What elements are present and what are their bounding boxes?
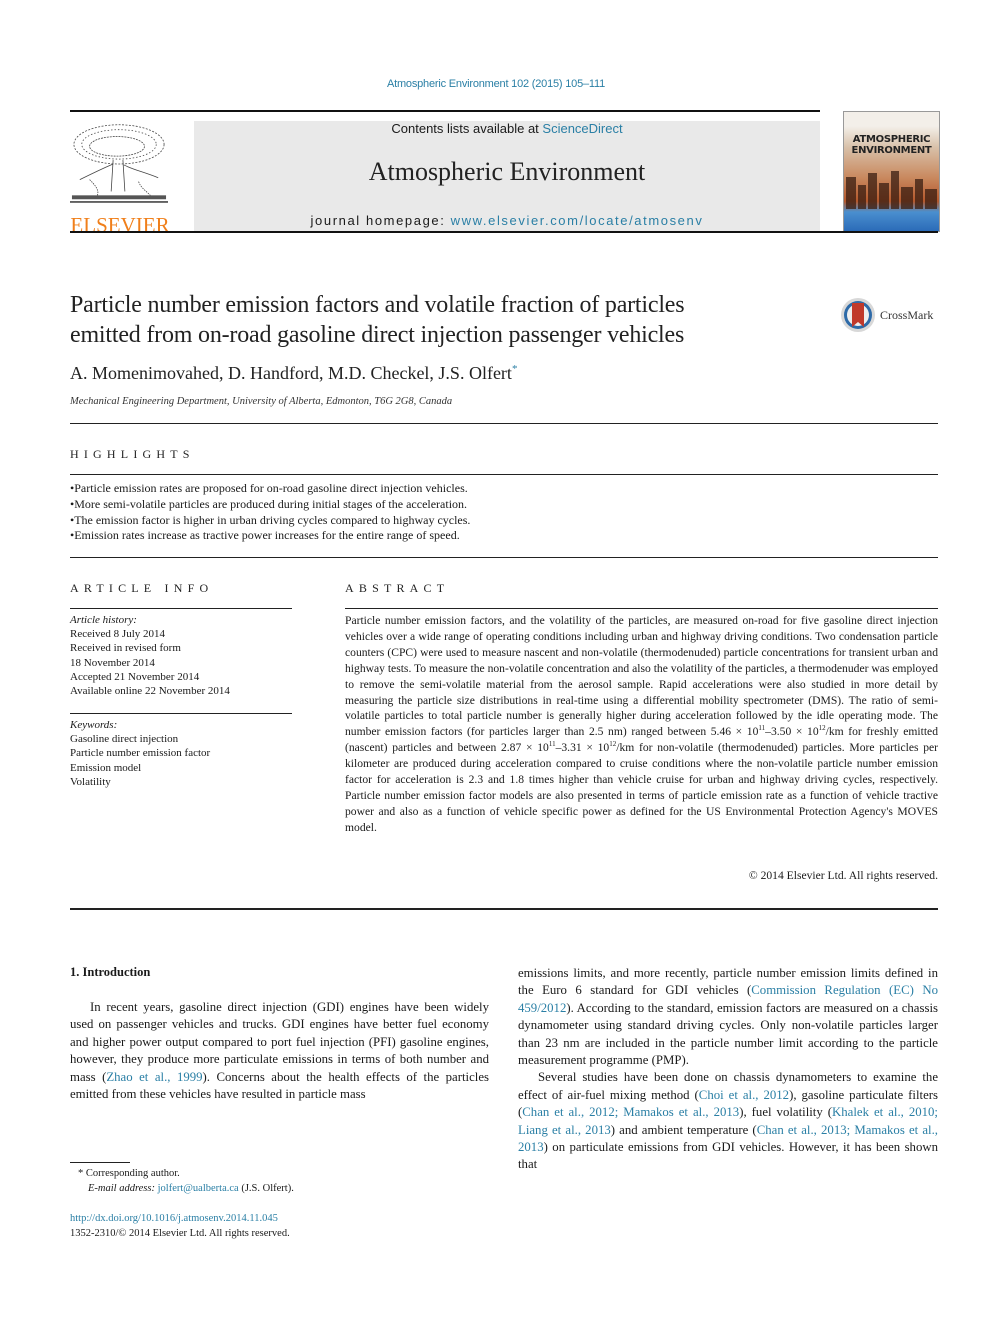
cover-skyline-icon bbox=[846, 171, 937, 209]
header-rule bbox=[70, 110, 820, 112]
sciencedirect-link[interactable]: ScienceDirect bbox=[542, 121, 622, 136]
body-paragraph: emissions limits, and more recently, par… bbox=[518, 965, 938, 1069]
elsevier-logo: ELSEVIER bbox=[70, 120, 170, 236]
journal-homepage: journal homepage: www.elsevier.com/locat… bbox=[194, 213, 820, 228]
exponent: 11 bbox=[548, 740, 556, 749]
body-column-right: emissions limits, and more recently, par… bbox=[518, 965, 938, 1174]
article-title-line2: emitted from on-road gasoline direct inj… bbox=[70, 322, 685, 348]
elsevier-tree-icon bbox=[70, 120, 168, 206]
crossmark-label: CrossMark bbox=[880, 308, 934, 322]
cover-title-line2: ENVIRONMENT bbox=[851, 145, 932, 156]
keyword-item: Gasoline direct injection bbox=[70, 733, 179, 746]
article-info-heading: ARTICLE INFO bbox=[70, 581, 214, 595]
article-title-line1: Particle number emission factors and vol… bbox=[70, 292, 685, 318]
history-item: Accepted 21 November 2014 bbox=[70, 670, 200, 683]
article-history-label: Article history: bbox=[70, 614, 137, 626]
history-item: Received in revised form bbox=[70, 642, 181, 655]
abstract-part: /km for non-volatile (thermodenuded) par… bbox=[345, 741, 939, 834]
history-item: Received 8 July 2014 bbox=[70, 628, 166, 641]
body-text: ) on particulate emissions from GDI vehi… bbox=[518, 1140, 938, 1172]
highlights-rule-bottom bbox=[70, 557, 938, 558]
keyword-item: Particle number emission factor bbox=[70, 747, 211, 760]
highlights-heading: HIGHLIGHTS bbox=[70, 447, 195, 461]
footnote: * Corresponding author. E-mail address: … bbox=[78, 1166, 294, 1196]
email-suffix: (J.S. Olfert). bbox=[238, 1183, 294, 1194]
body-column-left: In recent years, gasoline direct injecti… bbox=[70, 999, 489, 1103]
keywords-label: Keywords: bbox=[70, 719, 118, 731]
article-history: Article history: Received 8 July 2014 Re… bbox=[70, 613, 292, 698]
article-title: Particle number emission factors and vol… bbox=[70, 290, 810, 350]
abstract-rule bbox=[345, 608, 938, 609]
banner-bottom-rule bbox=[70, 231, 938, 233]
corresponding-label: Corresponding author. bbox=[85, 1168, 180, 1179]
keyword-item: Emission model bbox=[70, 761, 142, 774]
authors-names: A. Momenimovahed, D. Handford, M.D. Chec… bbox=[70, 363, 512, 383]
abstract-part: –3.31 × 10 bbox=[555, 741, 610, 755]
highlight-item: More semi-volatile particles are produce… bbox=[70, 497, 470, 513]
body-text: ), fuel volatility ( bbox=[739, 1105, 833, 1120]
highlight-item: Emission rates increase as tractive powe… bbox=[70, 528, 470, 544]
history-item: Available online 22 November 2014 bbox=[70, 685, 230, 698]
homepage-link[interactable]: www.elsevier.com/locate/atmosenv bbox=[451, 213, 704, 228]
crossmark-button[interactable]: CrossMark bbox=[840, 296, 940, 336]
highlight-item: The emission factor is higher in urban d… bbox=[70, 513, 470, 529]
email-link[interactable]: jolfert@ualberta.ca bbox=[158, 1183, 239, 1194]
journal-reference-link[interactable]: Atmospheric Environment 102 (2015) 105–1… bbox=[0, 78, 992, 90]
body-paragraph: Several studies have been done on chassi… bbox=[518, 1069, 938, 1173]
doi-link[interactable]: http://dx.doi.org/10.1016/j.atmosenv.201… bbox=[70, 1211, 290, 1226]
history-item: 18 November 2014 bbox=[70, 656, 155, 669]
article-info-rule bbox=[70, 608, 292, 609]
cover-title-line1: ATMOSPHERIC bbox=[852, 134, 931, 145]
body-text: ). According to the standard, emission f… bbox=[518, 1000, 938, 1068]
doi-block: http://dx.doi.org/10.1016/j.atmosenv.201… bbox=[70, 1211, 290, 1241]
affiliation: Mechanical Engineering Department, Unive… bbox=[70, 396, 453, 407]
citation-link[interactable]: Choi et al., 2012 bbox=[699, 1088, 789, 1102]
highlights-list: Particle emission rates are proposed for… bbox=[70, 481, 470, 544]
highlight-item: Particle emission rates are proposed for… bbox=[70, 481, 470, 497]
journal-cover-image: ATMOSPHERIC ENVIRONMENT bbox=[843, 111, 940, 232]
homepage-prefix: journal homepage: bbox=[310, 213, 451, 228]
footnote-rule bbox=[70, 1162, 130, 1163]
highlights-rule-top bbox=[70, 474, 938, 475]
crossmark-icon bbox=[841, 298, 875, 332]
abstract-text: Particle number emission factors, and th… bbox=[345, 613, 938, 836]
journal-banner: Contents lists available at ScienceDirec… bbox=[194, 121, 820, 231]
section-divider bbox=[70, 423, 938, 424]
keyword-item: Volatility bbox=[70, 775, 111, 788]
footnote-mark: * bbox=[78, 1168, 84, 1179]
abstract-part: Particle number emission factors, and th… bbox=[345, 614, 938, 739]
issn-copyright: 1352-2310/© 2014 Elsevier Ltd. All right… bbox=[70, 1228, 290, 1239]
email-label: E-mail address: bbox=[88, 1183, 155, 1194]
citation-link[interactable]: Zhao et al., 1999 bbox=[106, 1070, 202, 1084]
journal-title: Atmospheric Environment bbox=[368, 157, 646, 186]
introduction-heading: 1. Introduction bbox=[70, 965, 151, 979]
abstract-part: –3.50 × 10 bbox=[765, 725, 819, 739]
keywords: Keywords: Gasoline direct injection Part… bbox=[70, 718, 210, 789]
contents-availability: Contents lists available at ScienceDirec… bbox=[194, 121, 820, 136]
exponent: 12 bbox=[818, 724, 826, 733]
corresponding-author-note: * Corresponding author. bbox=[78, 1166, 294, 1181]
abstract-heading: ABSTRACT bbox=[345, 581, 450, 595]
author-list: A. Momenimovahed, D. Handford, M.D. Chec… bbox=[70, 363, 517, 384]
contents-prefix: Contents lists available at bbox=[391, 121, 543, 136]
keywords-rule bbox=[70, 713, 292, 714]
email-line: E-mail address: jolfert@ualberta.ca (J.S… bbox=[78, 1181, 294, 1196]
cover-title: ATMOSPHERIC ENVIRONMENT bbox=[844, 134, 939, 156]
citation-link[interactable]: Chan et al., 2012; Mamakos et al., 2013 bbox=[522, 1105, 739, 1119]
abstract-copyright: © 2014 Elsevier Ltd. All rights reserved… bbox=[748, 869, 938, 882]
corresponding-author-mark[interactable]: * bbox=[512, 363, 518, 375]
body-text: ) and ambient temperature ( bbox=[610, 1122, 757, 1137]
front-matter-divider bbox=[70, 908, 938, 910]
